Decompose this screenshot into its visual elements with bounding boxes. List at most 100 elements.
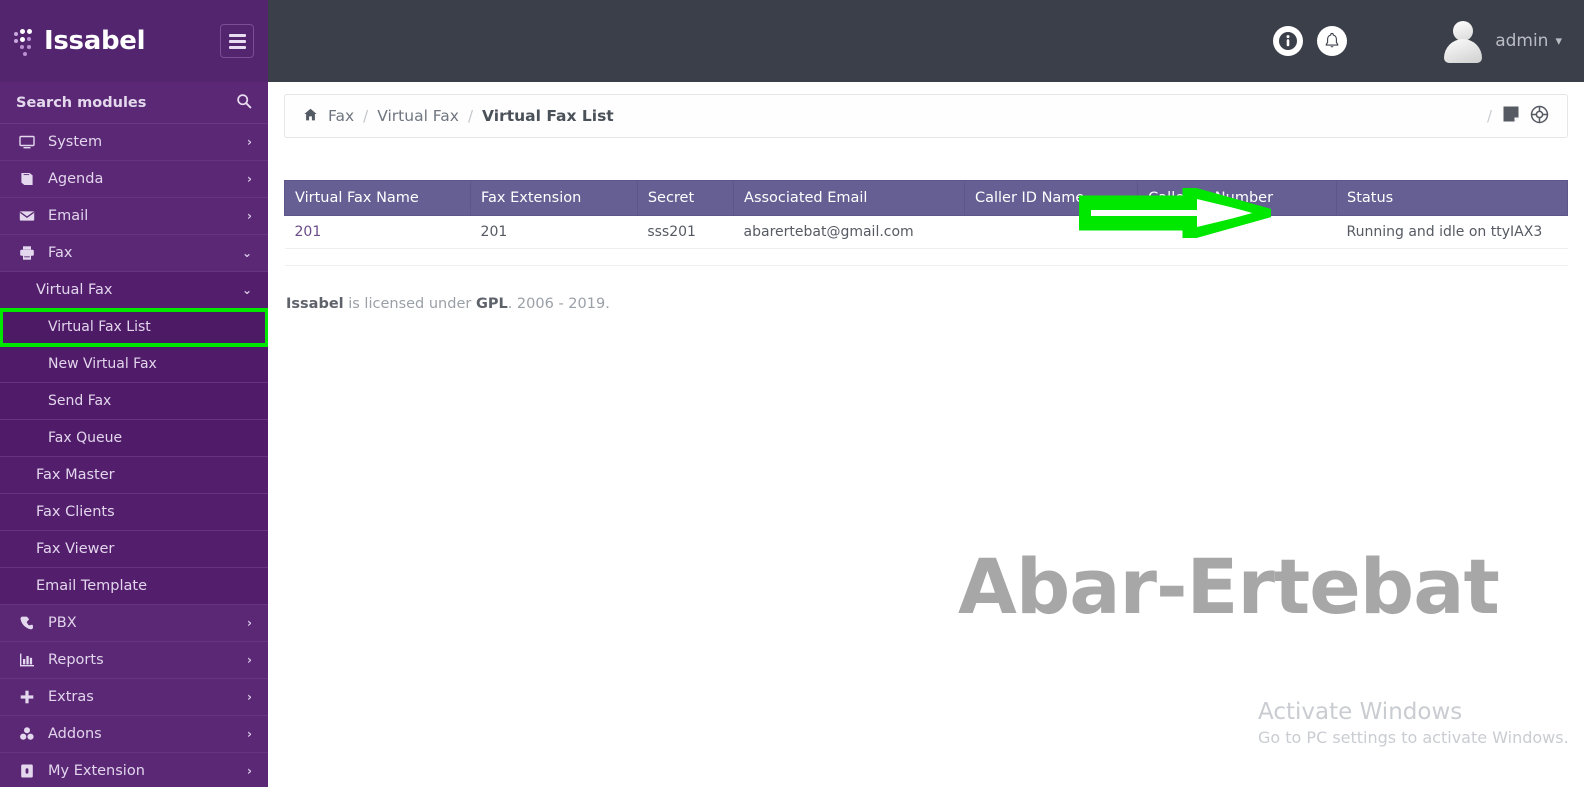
cell-caller-id-name	[964, 215, 1138, 249]
breadcrumb-item-virtual-fax[interactable]: Virtual Fax	[377, 107, 459, 125]
hamburger-icon[interactable]	[220, 24, 254, 58]
license-footer: Issabel is licensed under GPL. 2006 - 20…	[284, 296, 1568, 312]
sidebar-item-system[interactable]: System ›	[0, 124, 268, 161]
sidebar-item-label: Fax Clients	[36, 504, 115, 520]
breadcrumb-right-slash: /	[1486, 107, 1492, 125]
search-placeholder-label: Search modules	[16, 94, 147, 111]
search-input[interactable]: Search modules	[0, 82, 268, 124]
bar-chart-icon	[16, 652, 38, 668]
sidebar-item-pbx[interactable]: PBX ›	[0, 605, 268, 642]
brand-block: Issabel	[0, 0, 268, 82]
sidebar-item-label: Reports	[48, 652, 104, 668]
sidebar-item-label: Fax Viewer	[36, 541, 115, 557]
column-header-status[interactable]: Status	[1336, 180, 1568, 216]
table-head: Virtual Fax Name Fax Extension Secret As…	[283, 180, 1568, 216]
sidebar-item-label: Virtual Fax	[36, 282, 113, 298]
breadcrumb-right-actions: /	[1487, 105, 1549, 128]
chevron-down-icon: ⌄	[241, 283, 252, 297]
chevron-right-icon: ›	[247, 209, 252, 223]
sidebar-item-label: Send Fax	[48, 393, 112, 409]
sidebar: Search modules System › Agenda › Email ›	[0, 82, 268, 787]
main-content: Fax / Virtual Fax / Virtual Fax List / V…	[268, 82, 1584, 787]
sidebar-item-reports[interactable]: Reports ›	[0, 642, 268, 679]
brand-name: Issabel	[44, 26, 146, 56]
sidebar-item-label: Fax Master	[36, 467, 115, 483]
chevron-down-icon: ⌄	[241, 246, 252, 260]
table-header-row: Virtual Fax Name Fax Extension Secret As…	[283, 180, 1568, 216]
table-spacer-cell	[284, 248, 1568, 266]
virtual-fax-table: Virtual Fax Name Fax Extension Secret As…	[283, 180, 1568, 266]
cubes-icon	[16, 726, 38, 742]
cell-secret: sss201	[637, 215, 734, 249]
breadcrumb-separator: /	[467, 107, 474, 125]
user-menu[interactable]: admin ▾	[1441, 19, 1562, 63]
license-gpl-label: GPL	[475, 296, 508, 312]
column-header-caller-id-number[interactable]: Caller ID Number	[1137, 180, 1338, 216]
sidebar-item-email[interactable]: Email ›	[0, 198, 268, 235]
column-header-fax-extension[interactable]: Fax Extension	[470, 180, 638, 216]
envelope-icon	[16, 208, 38, 224]
chevron-right-icon: ›	[247, 616, 252, 630]
sidebar-item-fax[interactable]: Fax ⌄	[0, 235, 268, 272]
table-row[interactable]: 201 201 sss201 abarertebat@gmail.com Run…	[284, 215, 1568, 249]
sidebar-item-agenda[interactable]: Agenda ›	[0, 161, 268, 198]
breadcrumb-separator: /	[363, 107, 369, 125]
license-text-mid: is licensed under	[343, 296, 476, 312]
lock-icon	[16, 763, 38, 779]
cell-associated-email: abarertebat@gmail.com	[733, 215, 965, 249]
cell-fax-extension: 201	[470, 215, 638, 249]
chevron-right-icon: ›	[247, 172, 252, 186]
column-header-virtual-fax-name[interactable]: Virtual Fax Name	[283, 180, 472, 216]
sidebar-item-send-fax[interactable]: Send Fax	[0, 383, 268, 420]
sidebar-item-email-template[interactable]: Email Template	[0, 568, 268, 605]
chevron-right-icon: ›	[247, 764, 252, 778]
search-icon[interactable]	[236, 93, 252, 113]
license-brand: Issabel	[286, 296, 344, 312]
cell-virtual-fax-name: 201	[284, 215, 471, 249]
sidebar-item-label: Email Template	[36, 578, 148, 594]
user-name-label: admin	[1495, 31, 1549, 51]
breadcrumb: Fax / Virtual Fax / Virtual Fax List /	[284, 94, 1568, 138]
book-icon	[16, 171, 38, 187]
sidebar-item-fax-master[interactable]: Fax Master	[0, 457, 268, 494]
sidebar-item-fax-viewer[interactable]: Fax Viewer	[0, 531, 268, 568]
sidebar-item-my-extension[interactable]: My Extension ›	[0, 753, 268, 787]
sidebar-item-label: Email	[48, 208, 89, 224]
sidebar-item-label: Fax Queue	[48, 430, 123, 446]
table-body: 201 201 sss201 abarertebat@gmail.com Run…	[284, 215, 1568, 266]
sidebar-item-virtual-fax[interactable]: Virtual Fax ⌄	[0, 272, 268, 309]
column-header-caller-id-name[interactable]: Caller ID Name	[963, 180, 1139, 216]
sidebar-item-virtual-fax-list[interactable]: Virtual Fax List	[0, 308, 268, 347]
sidebar-item-label: Virtual Fax List	[48, 319, 151, 335]
column-header-secret[interactable]: Secret	[636, 180, 735, 216]
sidebar-item-label: Extras	[48, 689, 94, 705]
virtual-fax-table-wrapper: Virtual Fax Name Fax Extension Secret As…	[283, 180, 1568, 266]
home-icon[interactable]	[303, 107, 318, 126]
sidebar-item-label: PBX	[48, 615, 77, 631]
chevron-right-icon: ›	[247, 653, 252, 667]
breadcrumb-current: Virtual Fax List	[482, 107, 614, 125]
sidebar-item-fax-clients[interactable]: Fax Clients	[0, 494, 268, 531]
user-avatar-icon	[1441, 19, 1485, 63]
sidebar-item-label: New Virtual Fax	[48, 356, 157, 372]
sidebar-item-addons[interactable]: Addons ›	[0, 716, 268, 753]
sidebar-item-label: Addons	[48, 726, 102, 742]
chevron-right-icon: ›	[247, 135, 252, 149]
chevron-down-icon: ▾	[1555, 33, 1562, 49]
window-icon[interactable]	[1502, 105, 1520, 127]
license-years: . 2006 - 2019.	[507, 296, 610, 312]
sidebar-item-extras[interactable]: Extras ›	[0, 679, 268, 716]
printer-icon	[16, 245, 38, 261]
breadcrumb-item-fax[interactable]: Fax	[328, 107, 354, 125]
column-header-associated-email[interactable]: Associated Email	[733, 180, 965, 216]
windows-activation-subtitle: Go to PC settings to activate Windows.	[1258, 728, 1569, 747]
sidebar-item-label: System	[48, 134, 103, 150]
sidebar-item-new-virtual-fax[interactable]: New Virtual Fax	[0, 346, 268, 383]
bell-icon[interactable]	[1317, 26, 1348, 56]
globe-icon[interactable]	[1530, 105, 1549, 128]
top-header-bar: Issabel admin ▾	[0, 0, 1584, 82]
table-row-spacer	[284, 248, 1568, 266]
sidebar-item-fax-queue[interactable]: Fax Queue	[0, 420, 268, 457]
desktop-icon	[16, 134, 38, 150]
info-circle-icon[interactable]	[1273, 26, 1304, 56]
